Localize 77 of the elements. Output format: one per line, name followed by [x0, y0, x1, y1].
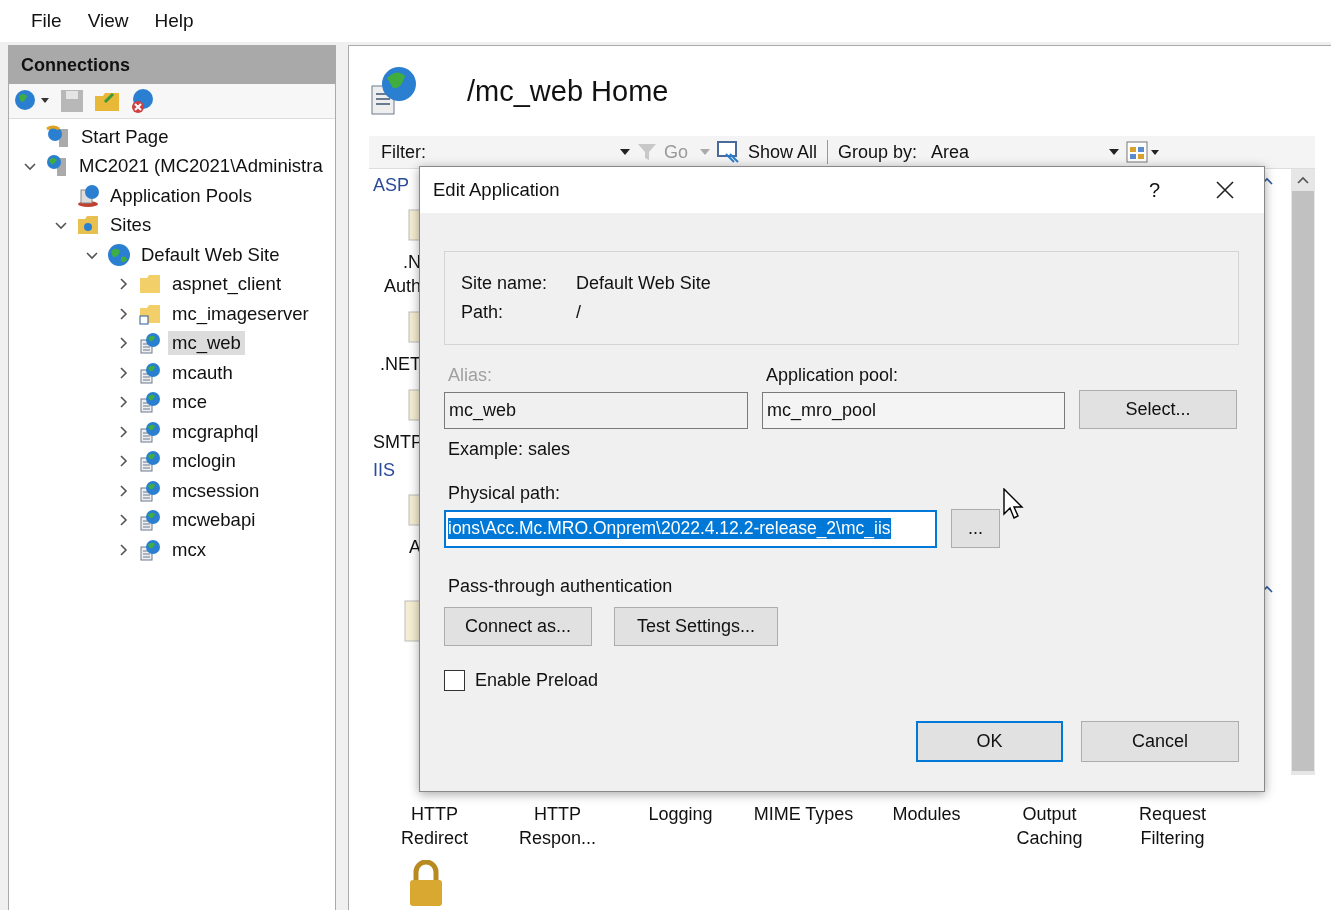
- test-settings-button[interactable]: Test Settings...: [614, 607, 778, 646]
- feature-label[interactable]: HTTP Redirect: [373, 802, 496, 850]
- feature-label[interactable]: Logging: [619, 802, 742, 850]
- tree-item[interactable]: mcauth: [168, 360, 237, 385]
- cursor-icon: [1003, 488, 1025, 520]
- tree-item[interactable]: mcwebapi: [168, 508, 260, 533]
- group-by-label: Group by:: [838, 141, 918, 163]
- view-icon[interactable]: [1125, 140, 1162, 164]
- tree-item[interactable]: aspnet_client: [168, 272, 286, 297]
- tree-item[interactable]: mc_web: [168, 331, 245, 356]
- filter-label: Filter:: [381, 141, 426, 163]
- tree-item[interactable]: mcgraphql: [168, 419, 263, 444]
- feature-label[interactable]: Request Filtering: [1111, 802, 1234, 850]
- feature-label[interactable]: MIME Types: [742, 802, 865, 850]
- scroll-up-icon[interactable]: [1296, 175, 1310, 185]
- tree-item[interactable]: Start Page: [77, 124, 173, 149]
- dialog-title: Edit Application: [433, 179, 561, 201]
- site-name-value: Default Web Site: [576, 273, 711, 294]
- web-app-icon: [138, 478, 162, 503]
- web-app-icon: [138, 537, 162, 562]
- tree-item[interactable]: MC2021 (MC2021\Administra: [75, 154, 327, 179]
- example-text: Example: sales: [447, 439, 572, 460]
- web-app-icon: [369, 64, 419, 118]
- tree-item[interactable]: mclogin: [168, 449, 240, 474]
- enable-preload-label: Enable Preload: [475, 670, 599, 691]
- select-button[interactable]: Select...: [1079, 390, 1237, 429]
- web-app-icon: [138, 449, 162, 474]
- tree-item[interactable]: mcx: [168, 537, 210, 562]
- feature-label[interactable]: HTTP Respon...: [496, 802, 619, 850]
- feature-label[interactable]: Output Caching: [988, 802, 1111, 850]
- connect-as-button[interactable]: Connect as...: [444, 607, 592, 646]
- web-app-icon: [138, 331, 162, 356]
- menu-item[interactable]: File: [18, 10, 75, 32]
- show-all-button[interactable]: Show All: [748, 141, 818, 163]
- tree-item[interactable]: mce: [168, 390, 211, 415]
- tree-item[interactable]: mcsession: [168, 478, 264, 503]
- path-label: Path:: [461, 302, 505, 323]
- pane-title: Connections: [9, 46, 335, 84]
- tree-item[interactable]: Default Web Site: [137, 242, 284, 267]
- menu-item[interactable]: View: [74, 10, 142, 32]
- caret-icon[interactable]: [620, 149, 630, 155]
- help-button[interactable]: ?: [1148, 178, 1160, 202]
- server-icon: [45, 154, 69, 179]
- enable-preload-checkbox[interactable]: [444, 670, 465, 691]
- close-icon[interactable]: [1216, 181, 1234, 199]
- site-name-label: Site name:: [461, 273, 549, 294]
- lock-icon: [407, 860, 445, 906]
- application-pool-field[interactable]: mc_mro_pool: [762, 392, 1065, 429]
- menu-item[interactable]: Help: [141, 10, 207, 32]
- web-app-icon: [138, 508, 162, 533]
- ok-button[interactable]: OK: [916, 721, 1063, 762]
- web-app-icon: [138, 360, 162, 385]
- feature-label: .NET: [379, 353, 421, 376]
- page-title: /mc_web Home: [467, 74, 669, 108]
- group-heading: IIS: [373, 460, 396, 481]
- funnel-icon: [636, 141, 658, 163]
- physical-path-field[interactable]: ions\Acc.Mc.MRO.Onprem\2022.4.12.2-release_2\mc_iis: [444, 509, 937, 548]
- browse-button[interactable]: ...: [951, 509, 1000, 548]
- globe-icon: [107, 242, 131, 267]
- tree-item[interactable]: Sites: [106, 213, 156, 238]
- cancel-button[interactable]: Cancel: [1081, 721, 1239, 762]
- web-app-icon: [138, 419, 162, 444]
- scrollbar[interactable]: [1291, 169, 1315, 775]
- web-app-icon: [138, 390, 162, 415]
- app-pools-icon: [76, 183, 100, 208]
- tree-item[interactable]: Application Pools: [106, 183, 256, 208]
- physical-path-label: Physical path:: [447, 483, 562, 504]
- group-by-dropdown[interactable]: Area: [923, 139, 1120, 165]
- tree-item[interactable]: mc_imageserver: [168, 301, 313, 326]
- caret-icon[interactable]: [1109, 149, 1120, 155]
- path-value: /: [576, 302, 581, 323]
- pass-through-label: Pass-through authentication: [447, 576, 674, 597]
- application-pool-label: Application pool:: [765, 365, 900, 386]
- alias-label: Alias:: [447, 365, 493, 386]
- feature-label[interactable]: Modules: [865, 802, 988, 850]
- group-heading: ASP: [373, 175, 411, 196]
- start-page-icon: [45, 124, 71, 149]
